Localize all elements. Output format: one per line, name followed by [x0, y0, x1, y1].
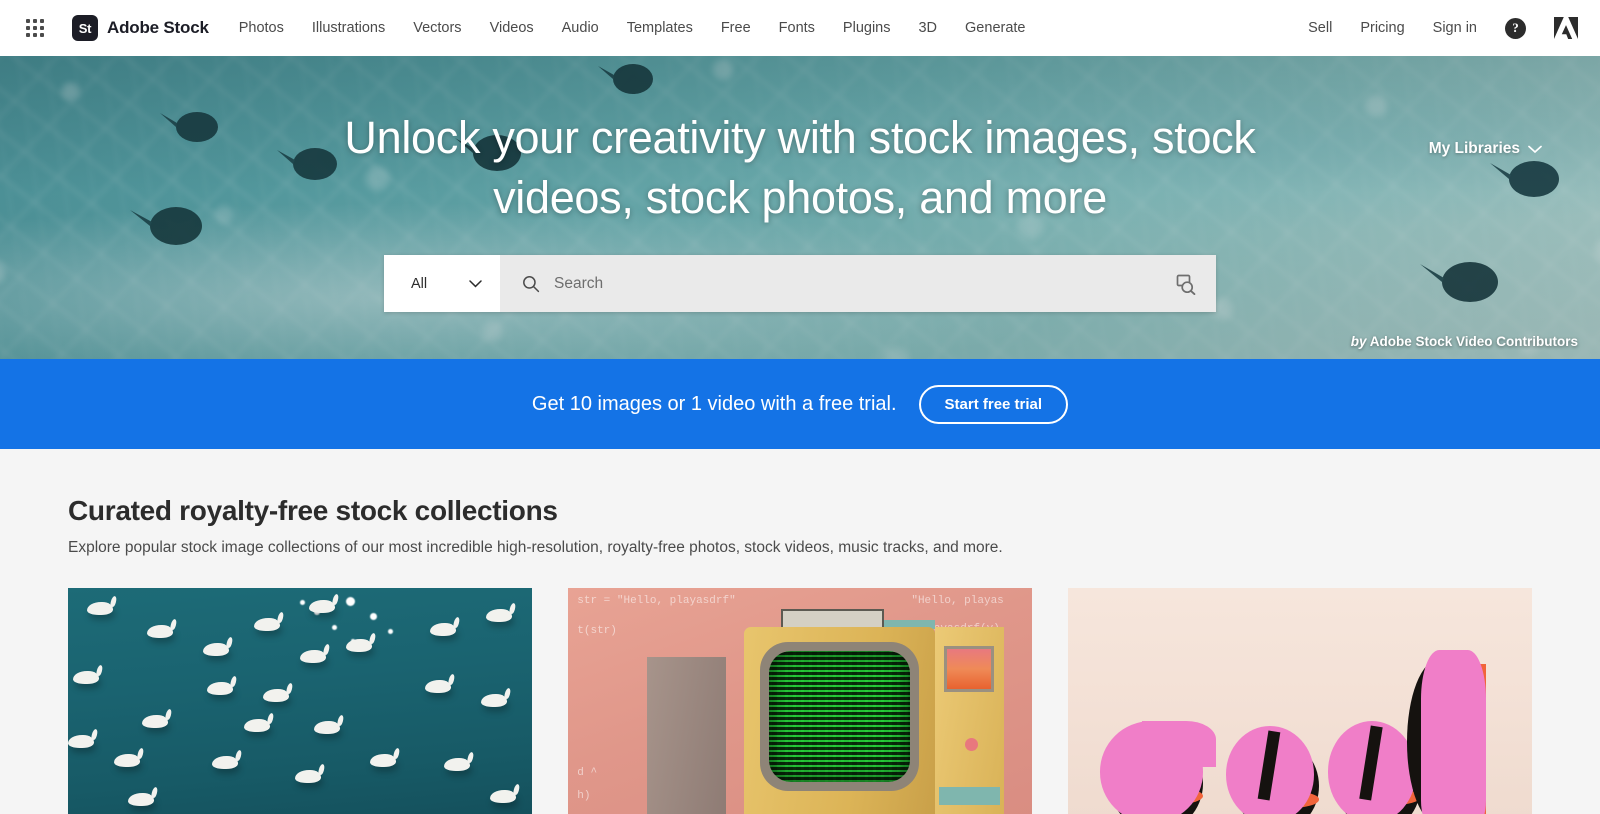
- section-subtitle: Explore popular stock image collections …: [68, 539, 1003, 556]
- collection-card-grid: str = "Hello, playasdrf" t(str) d ^ h) "…: [68, 588, 1532, 814]
- hero-section: My Libraries Unlock your creativity with…: [0, 56, 1600, 359]
- collection-card-pink-typography[interactable]: [1068, 588, 1532, 814]
- nav-item-fonts[interactable]: Fonts: [779, 20, 815, 36]
- my-libraries-button[interactable]: My Libraries: [1429, 140, 1542, 158]
- search-icon: [523, 275, 540, 292]
- my-libraries-label: My Libraries: [1428, 140, 1520, 157]
- credit-name: Adobe Stock Video Contributors: [1369, 334, 1578, 349]
- search-bar: All: [384, 255, 1216, 312]
- chevron-down-icon: [1528, 145, 1542, 153]
- primary-nav: Photos Illustrations Vectors Videos Audi…: [239, 20, 1026, 36]
- sell-link[interactable]: Sell: [1308, 20, 1332, 36]
- search-scope-dropdown[interactable]: All: [384, 255, 500, 312]
- chevron-down-icon: [469, 279, 482, 287]
- adobe-stock-logo[interactable]: St Adobe Stock: [72, 15, 209, 41]
- nav-item-illustrations[interactable]: Illustrations: [312, 20, 385, 36]
- global-header: St Adobe Stock Photos Illustrations Vect…: [0, 0, 1600, 56]
- brand-name: Adobe Stock: [107, 18, 209, 37]
- help-icon[interactable]: ?: [1505, 17, 1526, 39]
- start-free-trial-button[interactable]: Start free trial: [918, 384, 1069, 424]
- search-scope-value: All: [411, 275, 428, 292]
- free-trial-banner: Get 10 images or 1 video with a free tri…: [0, 359, 1600, 449]
- adobe-logo-icon[interactable]: [1554, 17, 1578, 39]
- nav-item-plugins[interactable]: Plugins: [843, 20, 891, 36]
- banner-text: Get 10 images or 1 video with a free tri…: [531, 392, 897, 415]
- nav-item-videos[interactable]: Videos: [490, 20, 534, 36]
- credit-prefix: by: [1350, 334, 1367, 349]
- collection-card-retro-computer[interactable]: str = "Hello, playasdrf" t(str) d ^ h) "…: [568, 588, 1032, 814]
- search-input[interactable]: [554, 274, 1160, 293]
- sign-in-link[interactable]: Sign in: [1433, 20, 1477, 36]
- nav-item-vectors[interactable]: Vectors: [413, 20, 461, 36]
- visual-search-icon[interactable]: [1174, 273, 1196, 295]
- hero-title: Unlock your creativity with stock images…: [344, 112, 1256, 223]
- hero-credit: by Adobe Stock Video Contributors: [1351, 334, 1578, 349]
- collection-card-swans[interactable]: [68, 588, 532, 814]
- pricing-link[interactable]: Pricing: [1360, 20, 1404, 36]
- header-utility-nav: Sell Pricing Sign in ?: [1308, 17, 1578, 39]
- stock-mark-icon: St: [72, 15, 98, 41]
- collections-section: Curated royalty-free stock collections E…: [0, 449, 1600, 814]
- app-grid-icon[interactable]: [24, 17, 46, 39]
- nav-item-3d[interactable]: 3D: [918, 20, 937, 36]
- nav-item-audio[interactable]: Audio: [562, 20, 599, 36]
- nav-item-photos[interactable]: Photos: [239, 20, 284, 36]
- nav-item-free[interactable]: Free: [721, 20, 751, 36]
- section-title: Curated royalty-free stock collections: [68, 495, 558, 526]
- nav-item-templates[interactable]: Templates: [627, 20, 693, 36]
- search-field[interactable]: [500, 255, 1216, 312]
- nav-item-generate[interactable]: Generate: [965, 20, 1025, 36]
